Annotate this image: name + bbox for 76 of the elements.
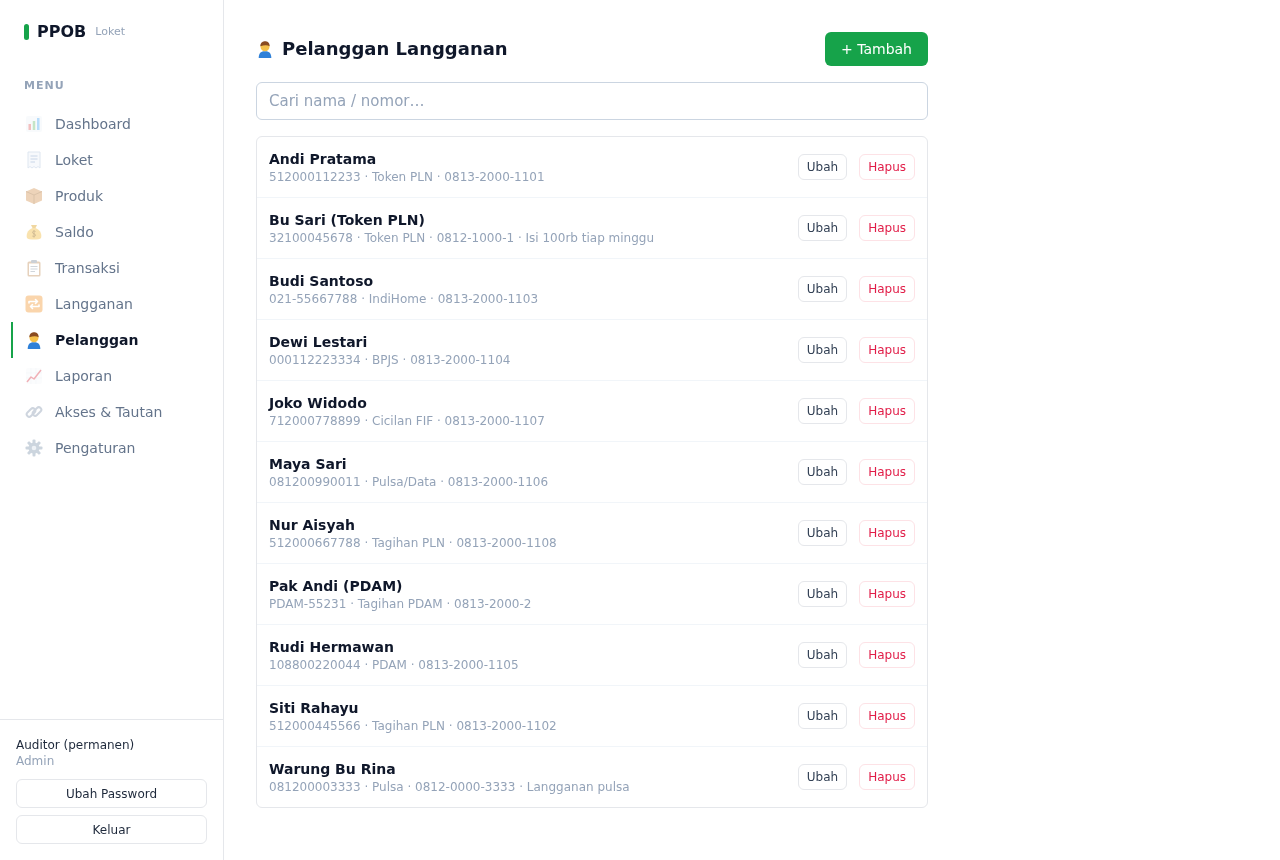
delete-button[interactable]: Hapus (859, 398, 915, 424)
user-name: Auditor (permanen) (16, 737, 136, 753)
customer-details: 512000445566 · Tagihan PLN · 0813-2000-1102 (269, 718, 557, 734)
sidebar-nav-item[interactable]: Langganan (11, 286, 212, 322)
delete-button[interactable]: Hapus (859, 520, 915, 546)
customer-name: Dewi Lestari (269, 333, 369, 352)
sidebar-nav-item[interactable]: Produk (11, 178, 212, 214)
customer-details: 021-55667788 · IndiHome · 0813-2000-1103 (269, 291, 538, 307)
delete-button[interactable]: Hapus (859, 642, 915, 668)
edit-button[interactable]: Ubah (797, 398, 848, 424)
edit-button[interactable]: Ubah (797, 764, 848, 790)
sidebar-nav-item[interactable]: Pelanggan (11, 322, 212, 358)
sidebar-action-button[interactable]: Keluar (16, 815, 207, 844)
delete-button[interactable]: Hapus (859, 764, 915, 790)
delete-button[interactable]: Hapus (859, 215, 915, 241)
sidebar-nav-item[interactable]: Laporan (11, 358, 212, 394)
customer-details: 000112223334 · BPJS · 0813-2000-1104 (269, 352, 511, 368)
add-button[interactable]: + Tambah (825, 32, 928, 66)
line-chart-icon (25, 367, 43, 385)
search-field[interactable]: Cari nama / nomor… (256, 82, 928, 120)
delete-button[interactable]: Hapus (859, 703, 915, 729)
edit-button[interactable]: Ubah (797, 459, 848, 485)
receipt-icon (25, 151, 43, 169)
delete-button[interactable]: Hapus (859, 459, 915, 485)
customer-details: 32100045678 · Token PLN · 0812-1000-1 · Isi 100rb tiap minggu (269, 230, 655, 246)
brand-title: PPOB (37, 24, 87, 40)
link-icon (25, 403, 43, 421)
person-icon (25, 331, 43, 349)
gear-icon (25, 439, 43, 457)
customer-details: 108800220044 · PDAM · 0813-2000-1105 (269, 657, 519, 673)
sidebar-nav-item[interactable]: Transaksi (11, 250, 212, 286)
brand-mark-icon (24, 24, 29, 40)
edit-button[interactable]: Ubah (797, 215, 848, 241)
customer-name: Andi Pratama (269, 150, 378, 169)
customer-name: Budi Santoso (269, 272, 375, 291)
sidebar-nav-item[interactable]: Pengaturan (11, 430, 212, 466)
page-title: Pelanggan Langganan (282, 37, 508, 61)
bar-chart-icon (25, 115, 43, 133)
sidebar-nav-item[interactable]: Dashboard (11, 106, 212, 142)
edit-button[interactable]: Ubah (797, 337, 848, 363)
delete-button[interactable]: Hapus (859, 276, 915, 302)
customer-name: Bu Sari (Token PLN) (269, 211, 426, 230)
clipboard-icon (25, 259, 43, 277)
delete-button[interactable]: Hapus (859, 337, 915, 363)
customer-name: Nur Aisyah (269, 516, 356, 535)
edit-button[interactable]: Ubah (797, 520, 848, 546)
repeat-icon (25, 295, 43, 313)
sidebar-action-button[interactable]: Ubah Password (16, 779, 207, 808)
person-icon (256, 40, 274, 58)
customer-name: Pak Andi (PDAM) (269, 577, 404, 596)
edit-button[interactable]: Ubah (797, 642, 848, 668)
customer-details: 512000667788 · Tagihan PLN · 0813-2000-1108 (269, 535, 557, 551)
edit-button[interactable]: Ubah (797, 154, 848, 180)
edit-button[interactable]: Ubah (797, 581, 848, 607)
customer-name: Maya Sari (269, 455, 348, 474)
customer-details: 081200990011 · Pulsa/Data · 0813-2000-1106 (269, 474, 549, 490)
customer-name: Rudi Hermawan (269, 638, 395, 657)
customer-details: PDAM-55231 · Tagihan PDAM · 0813-2000-2 (269, 596, 532, 612)
customer-name: Warung Bu Rina (269, 760, 397, 779)
delete-button[interactable]: Hapus (859, 581, 915, 607)
edit-button[interactable]: Ubah (797, 276, 848, 302)
brand-subtitle: Loket (95, 25, 125, 39)
customer-name: Joko Widodo (269, 394, 368, 413)
sidebar-nav-item[interactable]: Loket (11, 142, 212, 178)
sidebar-nav-item[interactable]: Saldo (11, 214, 212, 250)
delete-button[interactable]: Hapus (859, 154, 915, 180)
edit-button[interactable]: Ubah (797, 703, 848, 729)
sidebar-nav-item[interactable]: Akses & Tautan (11, 394, 212, 430)
customer-details: 712000778899 · Cicilan FIF · 0813-2000-1107 (269, 413, 545, 429)
money-bag-icon (25, 223, 43, 241)
customer-details: 081200003333 · Pulsa · 0812-0000-3333 · Langganan pulsa (269, 779, 630, 795)
user-role: Admin (16, 753, 56, 769)
customer-name: Siti Rahayu (269, 699, 360, 718)
customer-details: 512000112233 · Token PLN · 0813-2000-1101 (269, 169, 545, 185)
menu-heading: MENU (24, 79, 65, 92)
package-icon (25, 187, 43, 205)
